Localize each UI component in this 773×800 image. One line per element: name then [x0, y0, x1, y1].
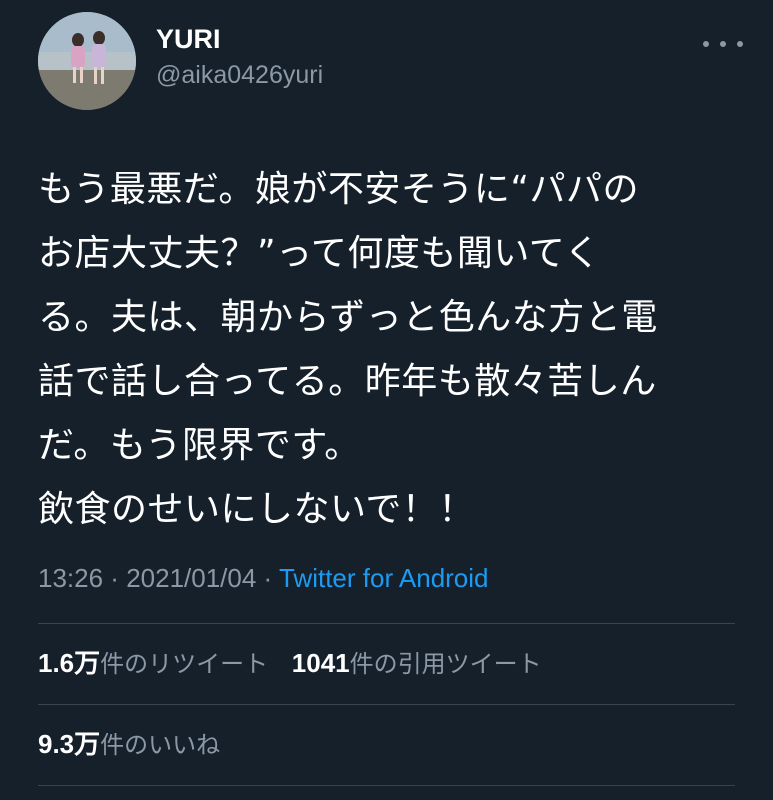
tweet-text-line: る。夫は、朝からずっと色んな方と電	[38, 297, 658, 338]
quotes-label: 件の引用ツイート	[349, 650, 542, 678]
display-name[interactable]: YURI	[156, 22, 323, 56]
tweet-text-line: 話で話し合ってる。昨年も散々苦しん	[38, 361, 657, 402]
likes-stats-row: 9.3万件のいいね	[38, 727, 236, 762]
engagement-stats-row: 1.6万件のリツイート 1041件の引用ツイート	[38, 646, 558, 681]
tweet-source-link[interactable]: Twitter for Android	[279, 563, 489, 593]
tweet-text-line: お店大丈夫？”って何度も聞いてく	[38, 233, 601, 274]
tweet-header: YURI @aika0426yuri	[38, 12, 743, 112]
tweet-text-line: 飲食のせいにしないで！！	[38, 489, 475, 530]
avatar[interactable]	[38, 12, 136, 110]
tweet-date[interactable]: 2021/01/04	[126, 563, 256, 593]
quotes-stat[interactable]: 1041件の引用ツイート	[292, 646, 542, 681]
tweet-text-line: だ。もう限界です。	[38, 425, 361, 466]
user-handle[interactable]: @aika0426yuri	[156, 58, 323, 92]
divider	[38, 785, 735, 786]
retweets-count: 1.6万	[38, 648, 101, 678]
likes-label: 件のいいね	[100, 731, 221, 759]
avatar-photo-icon	[38, 12, 136, 110]
meta-separator: ·	[103, 563, 127, 593]
tweet-text: もう最悪だ。娘が不安そうに“パパの お店大丈夫？”って何度も聞いてく る。夫は、…	[38, 158, 738, 542]
divider	[38, 704, 735, 705]
more-options-button[interactable]	[703, 34, 743, 54]
meta-separator: ·	[256, 563, 279, 593]
divider	[38, 623, 735, 624]
more-dot-icon	[703, 41, 709, 47]
more-dot-icon	[720, 41, 726, 47]
tweet-time[interactable]: 13:26	[38, 563, 103, 593]
tweet-meta: 13:26 · 2021/01/04 · Twitter for Android	[38, 560, 489, 596]
retweets-stat[interactable]: 1.6万件のリツイート	[38, 646, 268, 681]
retweets-label: 件のリツイート	[100, 650, 269, 678]
likes-count: 9.3万	[38, 729, 101, 759]
likes-stat[interactable]: 9.3万件のいいね	[38, 727, 220, 762]
tweet-text-line: もう最悪だ。娘が不安そうに“パパの	[38, 169, 639, 210]
quotes-count: 1041	[291, 648, 350, 678]
user-block[interactable]: YURI @aika0426yuri	[156, 22, 323, 92]
more-dot-icon	[737, 41, 743, 47]
